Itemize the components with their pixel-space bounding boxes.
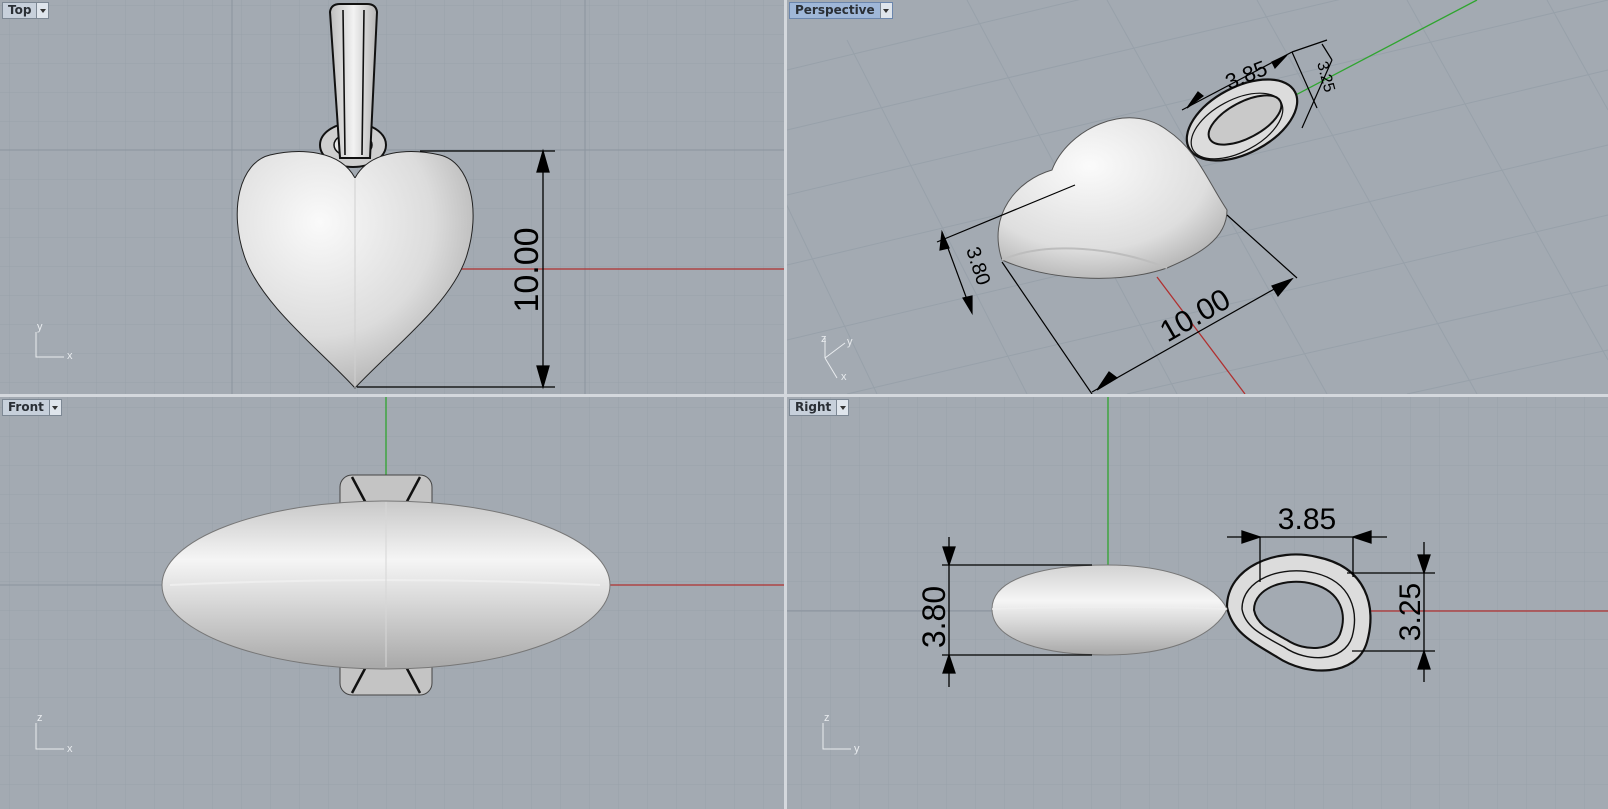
- right-scene[interactable]: 3.80 3.85 3.25 z y: [787, 397, 1608, 809]
- dimension-label-thickness-right: 3.80: [916, 586, 952, 648]
- chevron-down-icon[interactable]: [879, 3, 892, 18]
- viewport-front[interactable]: z x Front: [0, 397, 784, 809]
- svg-text:y: y: [37, 321, 43, 333]
- dimension-label-height: 10.00: [508, 227, 546, 312]
- perspective-scene[interactable]: 3.85 3.25 3.80 10.00 z y x: [787, 0, 1608, 394]
- front-scene[interactable]: z x: [0, 397, 784, 809]
- viewport-title-front[interactable]: Front: [2, 399, 62, 416]
- chevron-down-icon[interactable]: [36, 3, 49, 18]
- viewport-title-top[interactable]: Top: [2, 2, 50, 19]
- svg-text:z: z: [824, 712, 830, 724]
- chevron-down-icon[interactable]: [836, 400, 849, 415]
- svg-text:y: y: [854, 743, 860, 755]
- viewport-title-right[interactable]: Right: [789, 399, 850, 416]
- viewport-title-perspective[interactable]: Perspective: [789, 2, 893, 19]
- dimension-label-bail-width-right: 3.85: [1278, 503, 1336, 536]
- dimension-label-bail-height-right: 3.25: [1394, 583, 1427, 641]
- chevron-down-icon[interactable]: [48, 400, 61, 415]
- viewport-top[interactable]: 10.00 y x Top: [0, 0, 784, 394]
- viewport-right[interactable]: 3.80 3.85 3.25 z y Right: [787, 397, 1608, 809]
- svg-text:x: x: [67, 350, 73, 362]
- svg-text:x: x: [67, 743, 73, 755]
- svg-text:y: y: [847, 336, 853, 348]
- viewport-perspective[interactable]: 3.85 3.25 3.80 10.00 z y x Perspective: [787, 0, 1608, 394]
- svg-text:x: x: [841, 371, 847, 383]
- svg-text:z: z: [821, 333, 827, 345]
- svg-text:z: z: [37, 712, 43, 724]
- top-scene[interactable]: 10.00 y x: [0, 0, 784, 394]
